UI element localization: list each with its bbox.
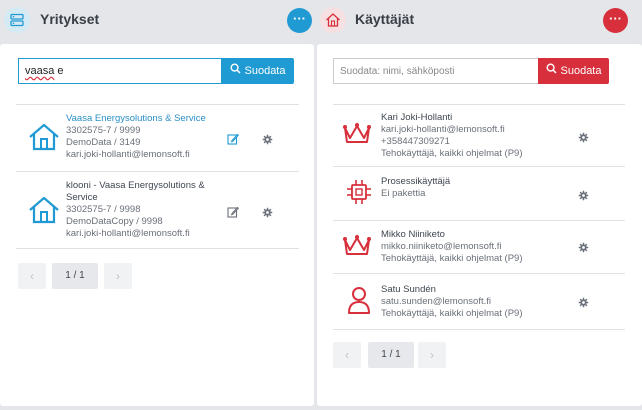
filter-label: Suodata <box>244 65 286 77</box>
company-row[interactable]: Vaasa Energysolutions & Service 3302575-… <box>0 105 314 171</box>
users-pagination: ‹ 1 / 1 › <box>333 342 453 368</box>
search-value-misspelled: vaasa <box>25 65 55 77</box>
settings-icon[interactable] <box>262 132 273 150</box>
prev-page-button[interactable]: ‹ <box>18 263 46 289</box>
next-page-button[interactable]: › <box>104 263 132 289</box>
divider <box>333 329 625 330</box>
companies-title: Yritykset <box>40 11 100 27</box>
user-role: Tehokäyttäjä, kaikki ohjelmat (P9) <box>381 148 523 159</box>
home-icon <box>320 7 346 33</box>
users-more-button[interactable]: ··· <box>603 8 628 33</box>
search-icon <box>545 58 557 84</box>
company-id: 3302575-7 / 9999 <box>66 125 141 136</box>
users-panel: Käyttäjät ··· Suodata: nimi, sähköposti … <box>317 0 642 410</box>
users-card: Suodata: nimi, sähköposti Suodata Kari J… <box>317 44 642 406</box>
users-header: Käyttäjät ··· <box>317 0 642 40</box>
settings-icon[interactable] <box>578 188 589 206</box>
companies-panel: Yritykset ··· vaasa e Suodata Vaasa Ener… <box>0 0 314 410</box>
next-page-button[interactable]: › <box>418 342 446 368</box>
edit-icon[interactable] <box>227 205 239 223</box>
user-phone: +358447309271 <box>381 136 450 147</box>
search-value-rest: e <box>54 65 64 77</box>
user-name: Mikko Niiniketo <box>381 229 445 240</box>
company-search-input[interactable]: vaasa e <box>18 58 221 84</box>
user-search-input[interactable]: Suodata: nimi, sähköposti <box>333 58 538 84</box>
companies-card: vaasa e Suodata Vaasa Energysolutions & … <box>0 44 314 406</box>
company-name-continued: Service <box>66 192 98 203</box>
server-icon <box>4 7 30 33</box>
user-row[interactable]: Kari Joki-Hollanti kari.joki-hollanti@le… <box>317 105 642 166</box>
company-email: kari.joki-hollanti@lemonsoft.fi <box>66 228 190 239</box>
user-name: Kari Joki-Hollanti <box>381 112 453 123</box>
company-name[interactable]: Vaasa Energysolutions & Service <box>66 113 216 125</box>
settings-icon[interactable] <box>262 205 273 223</box>
house-icon <box>28 123 60 156</box>
companies-pagination: ‹ 1 / 1 › <box>18 263 138 289</box>
company-id: 3302575-7 / 9998 <box>66 204 141 215</box>
filter-label: Suodata <box>560 65 602 77</box>
company-filter-button[interactable]: Suodata <box>221 58 294 84</box>
user-role: Tehokäyttäjä, kaikki ohjelmat (P9) <box>381 308 523 319</box>
companies-header: Yritykset ··· <box>0 0 314 40</box>
user-row[interactable]: Mikko Niiniketo mikko.niiniketo@lemonsof… <box>317 221 642 273</box>
user-email: satu.sunden@lemonsoft.fi <box>381 296 491 307</box>
crown-icon <box>342 234 372 263</box>
user-filter-button[interactable]: Suodata <box>538 58 609 84</box>
settings-icon[interactable] <box>578 295 589 313</box>
company-database: DemoData / 3149 <box>66 137 141 148</box>
prev-page-button[interactable]: ‹ <box>333 342 361 368</box>
company-email: kari.joki-hollanti@lemonsoft.fi <box>66 149 190 160</box>
user-row[interactable]: Prosessikäyttäjä Ei pakettia <box>317 167 642 220</box>
user-package: Ei pakettia <box>381 188 426 199</box>
page-indicator: 1 / 1 <box>52 263 98 289</box>
users-title: Käyttäjät <box>355 11 415 27</box>
edit-icon[interactable] <box>227 132 239 150</box>
settings-icon[interactable] <box>578 130 589 148</box>
crown-icon <box>342 122 372 151</box>
companies-more-button[interactable]: ··· <box>287 8 312 33</box>
company-name: klooni - Vaasa Energysolutions & <box>66 180 205 191</box>
user-name: Satu Sundén <box>381 284 436 295</box>
user-email: kari.joki-hollanti@lemonsoft.fi <box>381 124 505 135</box>
chip-icon <box>346 179 372 210</box>
user-icon <box>347 286 371 319</box>
user-role: Tehokäyttäjä, kaikki ohjelmat (P9) <box>381 253 523 264</box>
company-database: DemoDataCopy / 9998 <box>66 216 163 227</box>
user-row[interactable]: Satu Sundén satu.sunden@lemonsoft.fi Teh… <box>317 274 642 329</box>
user-email: mikko.niiniketo@lemonsoft.fi <box>381 241 502 252</box>
search-icon <box>229 58 241 84</box>
divider <box>16 248 299 249</box>
user-name: Prosessikäyttäjä <box>381 176 451 187</box>
settings-icon[interactable] <box>578 240 589 258</box>
company-row[interactable]: klooni - Vaasa Energysolutions & Service… <box>0 172 314 248</box>
page-indicator: 1 / 1 <box>368 342 414 368</box>
house-icon <box>28 196 60 229</box>
